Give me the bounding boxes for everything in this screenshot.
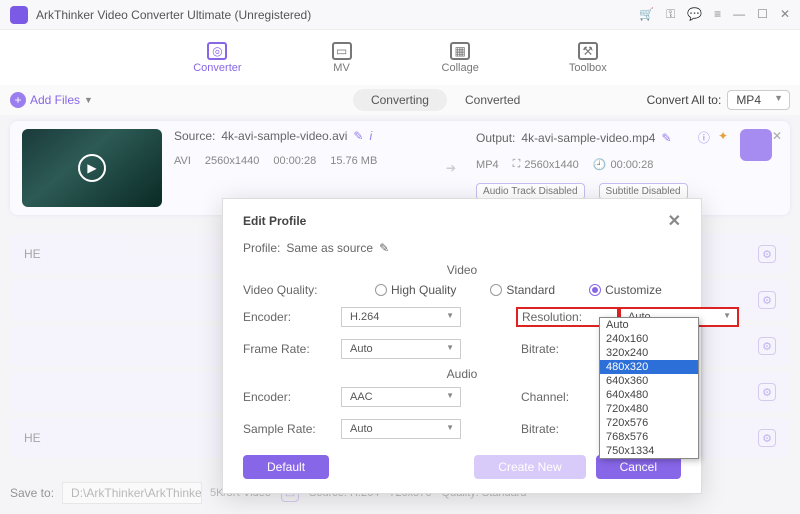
radio-standard[interactable]: Standard (490, 283, 555, 297)
info-output-icon[interactable]: ⓘ (698, 129, 710, 146)
arrow-icon: ➔ (446, 161, 456, 175)
chevron-down-icon: ▼ (84, 95, 93, 105)
out-resolution: 2560x1440 (524, 159, 578, 171)
resolution-option[interactable]: 640x360 (600, 374, 698, 388)
minimize-icon[interactable]: — (733, 7, 745, 22)
resolution-option[interactable]: 720x480 (600, 402, 698, 416)
gear-icon[interactable]: ⚙ (758, 291, 776, 309)
out-duration: 00:00:28 (611, 159, 654, 171)
add-files-button[interactable]: + Add Files ▼ (10, 92, 93, 108)
maximize-icon[interactable]: ☐ (757, 7, 768, 22)
toolbox-icon: ⚒ (578, 42, 598, 60)
samplerate-label: Sample Rate: (243, 422, 341, 436)
remove-file-icon[interactable]: ✕ (772, 129, 782, 143)
source-filename: 4k-avi-sample-video.avi (221, 129, 347, 143)
info-icon[interactable]: i (369, 129, 372, 143)
subtab-converting[interactable]: Converting (353, 89, 447, 111)
src-resolution: 2560x1440 (205, 155, 259, 167)
resolution-option[interactable]: 768x576 (600, 430, 698, 444)
save-path-input[interactable]: D:\ArkThinker\ArkThinke (62, 482, 202, 504)
add-files-label: Add Files (30, 93, 80, 107)
converter-icon: ◎ (207, 42, 227, 60)
resolution-option[interactable]: Auto (600, 318, 698, 332)
tab-label: Collage (442, 62, 479, 74)
samplerate-select[interactable]: Auto (341, 419, 461, 439)
tab-mv[interactable]: ▭ MV (332, 42, 352, 74)
radio-customize[interactable]: Customize (589, 283, 662, 297)
plus-icon: + (10, 92, 26, 108)
create-new-button[interactable]: Create New (474, 455, 585, 479)
window-title: ArkThinker Video Converter Ultimate (Unr… (36, 8, 639, 22)
resolution-option[interactable]: 750x1334 (600, 444, 698, 458)
resolution-option[interactable]: 720x576 (600, 416, 698, 430)
edit-source-icon[interactable]: ✎ (353, 129, 363, 143)
out-format: MP4 (476, 159, 499, 171)
output-preset-button[interactable] (740, 129, 772, 161)
edit-profile-name-icon[interactable]: ✎ (379, 241, 389, 255)
audio-encoder-select[interactable]: AAC (341, 387, 461, 407)
src-size: 15.76 MB (330, 155, 377, 167)
encoder-select[interactable]: H.264 (341, 307, 461, 327)
radio-high-quality[interactable]: High Quality (375, 283, 456, 297)
tab-collage[interactable]: ▦ Collage (442, 42, 479, 74)
framerate-label: Frame Rate: (243, 342, 341, 356)
audio-encoder-label: Encoder: (243, 390, 341, 404)
modal-title: Edit Profile (243, 214, 306, 228)
cart-icon[interactable]: 🛒 (639, 7, 654, 22)
resolution-option[interactable]: 640x480 (600, 388, 698, 402)
subtab-converted[interactable]: Converted (447, 89, 538, 111)
collage-icon: ▦ (450, 42, 470, 60)
menu-icon[interactable]: ≡ (714, 7, 721, 22)
app-logo (10, 6, 28, 24)
resolution-option[interactable]: 240x160 (600, 332, 698, 346)
modal-close-button[interactable]: ✕ (668, 211, 681, 231)
close-icon[interactable]: ✕ (780, 7, 790, 22)
convert-all-label: Convert All to: (647, 93, 722, 107)
play-icon: ▶ (78, 154, 106, 182)
src-format: AVI (174, 155, 191, 167)
resolution-dropdown-list[interactable]: Auto240x160320x240480x320640x360640x4807… (599, 317, 699, 459)
feedback-icon[interactable]: 💬 (687, 7, 702, 22)
mv-icon: ▭ (332, 42, 352, 60)
gear-icon[interactable]: ⚙ (758, 383, 776, 401)
tab-label: Converter (193, 62, 241, 74)
encoder-label: Encoder: (243, 310, 341, 324)
tab-toolbox[interactable]: ⚒ Toolbox (569, 42, 607, 74)
tab-label: MV (333, 62, 350, 74)
source-label: Source: (174, 129, 215, 143)
enhance-icon[interactable]: ✦ (718, 129, 728, 146)
video-quality-label: Video Quality: (243, 283, 341, 297)
gear-icon[interactable]: ⚙ (758, 245, 776, 263)
tab-converter[interactable]: ◎ Converter (193, 42, 241, 74)
video-section-header: Video (243, 263, 681, 277)
framerate-select[interactable]: Auto (341, 339, 461, 359)
output-filename: 4k-avi-sample-video.mp4 (521, 131, 655, 145)
edit-output-icon[interactable]: ✎ (661, 131, 671, 145)
key-icon[interactable]: ⚿ (666, 7, 675, 22)
gear-icon[interactable]: ⚙ (758, 337, 776, 355)
profile-label: Profile: (243, 241, 280, 255)
save-to-label: Save to: (10, 486, 54, 500)
tab-label: Toolbox (569, 62, 607, 74)
profile-value: Same as source (286, 241, 373, 255)
gear-icon[interactable]: ⚙ (758, 429, 776, 447)
convert-all-format-select[interactable]: MP4 (727, 90, 790, 110)
src-duration: 00:00:28 (273, 155, 316, 167)
default-button[interactable]: Default (243, 455, 329, 479)
video-thumbnail[interactable]: ▶ (22, 129, 162, 207)
resolution-option[interactable]: 480x320 (600, 360, 698, 374)
resolution-option[interactable]: 320x240 (600, 346, 698, 360)
output-label: Output: (476, 131, 515, 145)
